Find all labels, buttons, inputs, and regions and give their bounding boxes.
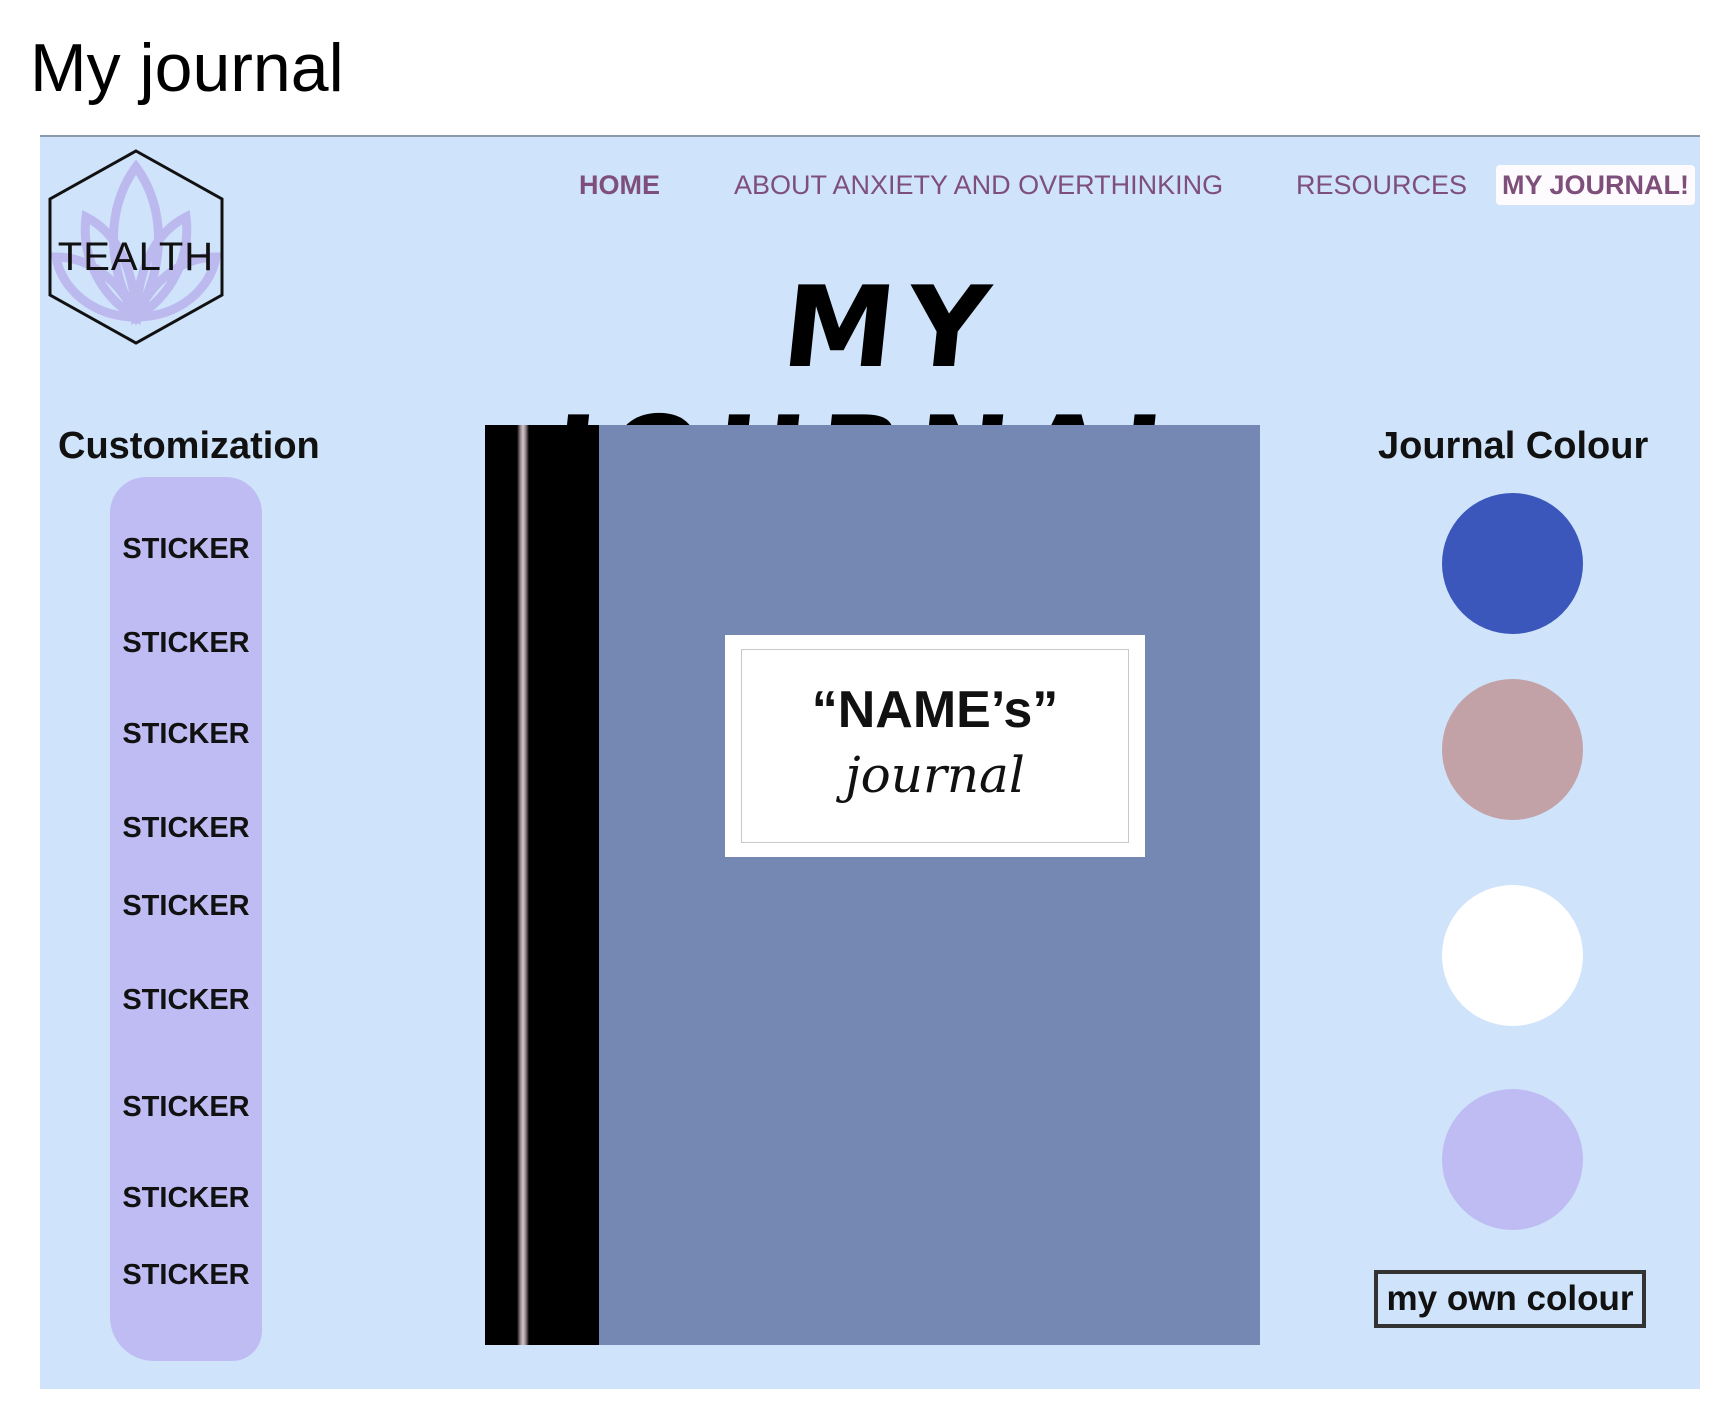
colour-swatch-white[interactable] — [1442, 885, 1583, 1026]
sticker-panel: STICKER STICKER STICKER STICKER STICKER … — [110, 477, 262, 1361]
journal-spine — [485, 425, 599, 1345]
app-frame: TEALTH HOME ABOUT ANXIETY AND OVERTHINKI… — [40, 135, 1700, 1389]
spine-highlight — [517, 425, 529, 1345]
sticker-item[interactable]: STICKER — [110, 533, 262, 566]
nav-resources[interactable]: RESOURCES — [1296, 165, 1467, 205]
journal-colour-heading: Journal Colour — [1378, 425, 1649, 467]
main-nav: HOME ABOUT ANXIETY AND OVERTHINKING RESO… — [40, 165, 1700, 205]
sticker-item[interactable]: STICKER — [110, 718, 262, 751]
colour-swatch-lavender[interactable] — [1442, 1089, 1583, 1230]
sticker-item[interactable]: STICKER — [110, 1259, 262, 1292]
my-own-colour-button[interactable]: my own colour — [1374, 1270, 1646, 1328]
colour-swatch-blue[interactable] — [1442, 493, 1583, 634]
slide-title: My journal — [30, 30, 344, 106]
journal-label[interactable]: “NAME’s” journal — [725, 635, 1145, 857]
nav-home[interactable]: HOME — [579, 165, 660, 205]
journal-label-border: “NAME’s” journal — [741, 649, 1129, 843]
sticker-item[interactable]: STICKER — [110, 812, 262, 845]
journal-cover[interactable]: “NAME’s” journal — [485, 425, 1260, 1345]
customization-heading: Customization — [58, 425, 320, 467]
logo-text: TEALTH — [57, 235, 215, 279]
colour-swatch-mauve[interactable] — [1442, 679, 1583, 820]
sticker-item[interactable]: STICKER — [110, 1182, 262, 1215]
nav-my-journal[interactable]: MY JOURNAL! — [1496, 165, 1696, 205]
sticker-item[interactable]: STICKER — [110, 627, 262, 660]
journal-label-subtitle: journal — [845, 746, 1025, 804]
sticker-item[interactable]: STICKER — [110, 984, 262, 1017]
sticker-item[interactable]: STICKER — [110, 890, 262, 923]
hero: MY JOURNAL — [510, 263, 1260, 523]
nav-about-anxiety[interactable]: ABOUT ANXIETY AND OVERTHINKING — [734, 165, 1223, 205]
sticker-item[interactable]: STICKER — [110, 1091, 262, 1124]
journal-owner-name: “NAME’s” — [811, 681, 1059, 739]
